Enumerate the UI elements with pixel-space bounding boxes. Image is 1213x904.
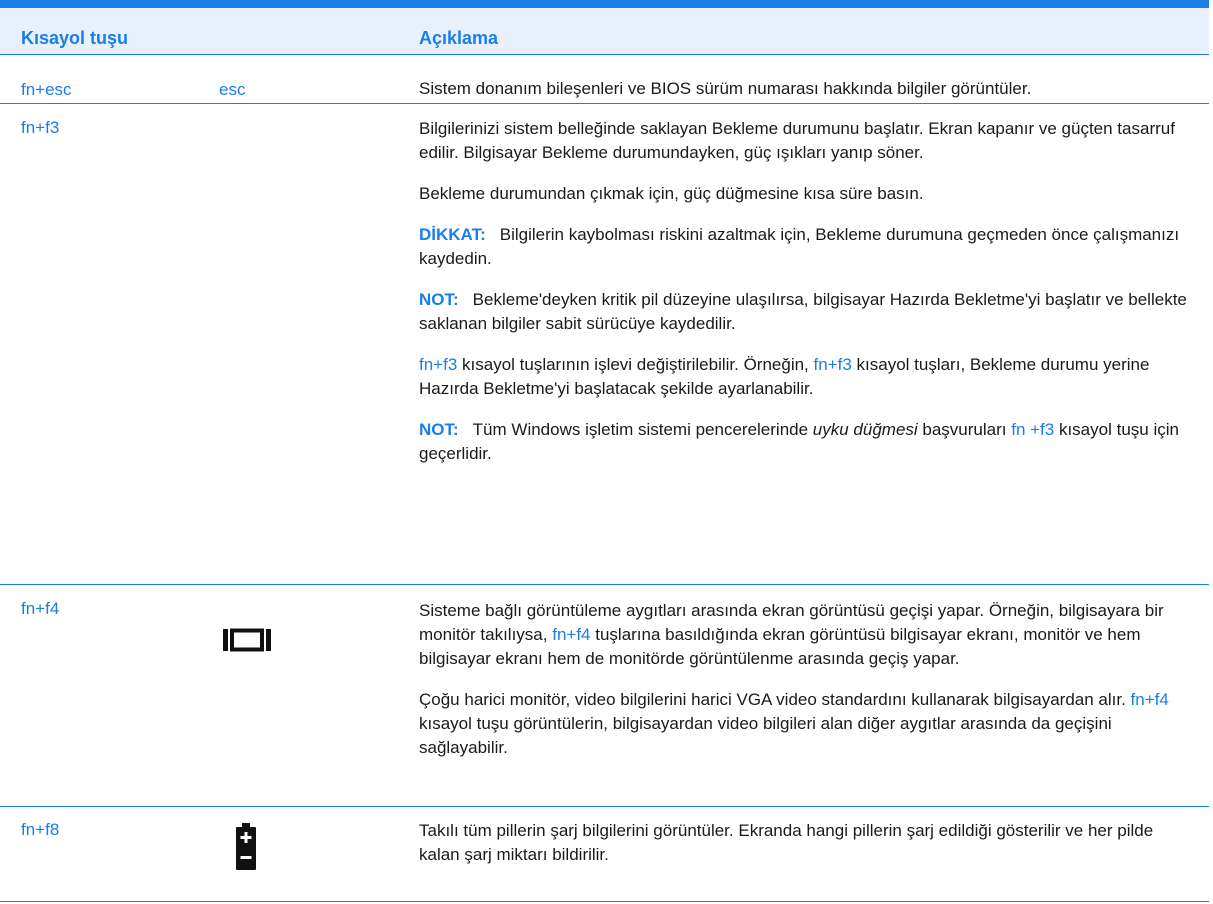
hotkey-link[interactable]: fn+f4	[552, 625, 590, 644]
caution-note: DİKKAT: Bilgilerin kaybolması riskini aza…	[419, 225, 1180, 268]
table-top-rule	[0, 0, 1209, 8]
note: NOT: Bekleme'deyken kritik pil düzeyine u…	[419, 290, 1187, 333]
moon-sleep-icon	[235, 132, 262, 173]
header-description: Açıklama	[419, 28, 499, 48]
row-key: fn+f4	[21, 599, 60, 618]
row-key: fn+f8	[21, 820, 60, 839]
hotkey-table: Kısayol tuşu Açıklama fn+esc esc Sistem …	[0, 0, 1213, 904]
hotkey-link[interactable]: fn +f3	[1011, 420, 1054, 439]
table-row: fn+esc esc Sistem donanım bileşenleri ve…	[0, 55, 1209, 104]
note-label: NOT:	[419, 420, 459, 439]
display-switch-icon	[223, 628, 271, 652]
battery-icon	[236, 823, 256, 870]
table-header: Kısayol tuşu Açıklama	[0, 8, 1209, 55]
note-label: NOT:	[419, 290, 459, 309]
row-key: fn+esc	[21, 80, 72, 99]
row-description: Sistem donanım bileşenleri ve BIOS sürüm…	[419, 79, 1032, 98]
header-key: Kısayol tuşu	[21, 28, 129, 48]
esc-key-icon: esc	[219, 80, 246, 99]
row-description: Sisteme bağlı görüntüleme aygıtları aras…	[419, 601, 1169, 757]
row-description: Takılı tüm pillerin şarj bilgilerini gör…	[419, 821, 1154, 864]
row-key: fn+f3	[21, 118, 60, 137]
table-row: fn+f8 Takılı tüm pillerin şarj bilgileri…	[0, 807, 1209, 902]
table-row: fn+f4 Sisteme bağlı görüntüleme aygıtlar…	[0, 585, 1209, 807]
hotkey-link[interactable]: fn+f3	[814, 355, 852, 374]
caution-label: DİKKAT:	[419, 225, 486, 244]
hotkey-link[interactable]: fn+f3	[419, 355, 457, 374]
hotkey-link[interactable]: fn+f4	[1131, 690, 1169, 709]
row-description: Bilgilerinizi sistem belleğinde saklayan…	[419, 117, 1197, 466]
table-row: fn+f3 Bilgilerinizi sistem belleğinde sa…	[0, 104, 1209, 585]
note: NOT: Tüm Windows işletim sistemi pencerel…	[419, 420, 1179, 463]
